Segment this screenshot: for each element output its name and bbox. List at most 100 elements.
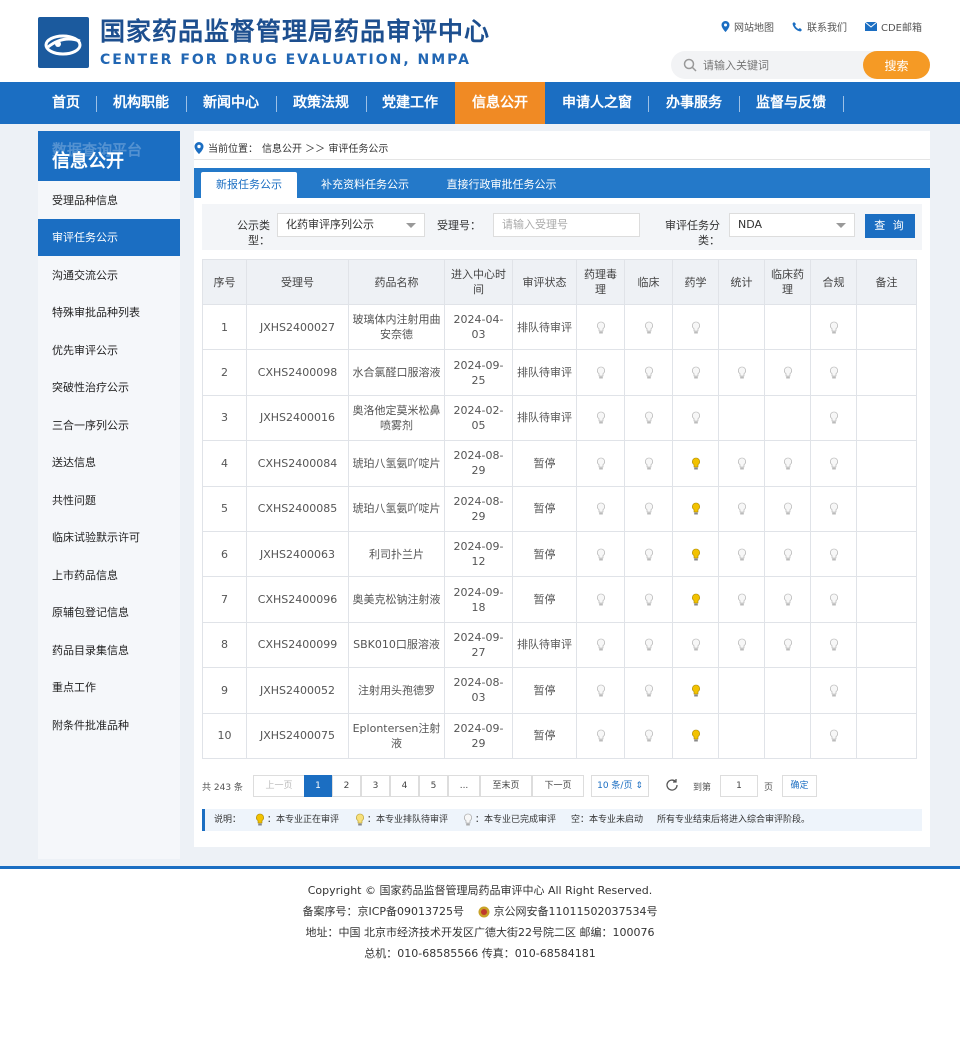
tab-direct-approval-tasks[interactable]: 直接行政审批任务公示 — [439, 172, 564, 198]
cell-remark — [856, 667, 917, 714]
sidebar-item-accepted-varieties[interactable]: 受理品种信息 — [38, 182, 180, 219]
cell-status-icon — [810, 440, 857, 487]
sidebar-item-delivery[interactable]: 送达信息 — [38, 444, 180, 481]
cell-status-icon — [624, 349, 673, 396]
lightbulb-done-icon — [644, 412, 653, 424]
page-size-select[interactable]: 10 条/页 ⇕ — [591, 775, 649, 797]
sidebar-item-excipients[interactable]: 原辅包登记信息 — [38, 594, 180, 631]
nav-home[interactable]: 首页 — [40, 82, 92, 124]
last-page-button[interactable]: 至末页 — [480, 775, 532, 797]
goto-confirm-button[interactable]: 确定 — [782, 775, 817, 797]
cell-remark — [856, 712, 917, 759]
sidebar-item-conditional-approval[interactable]: 附条件批准品种 — [38, 707, 180, 744]
cell-status: 暂停 — [512, 440, 577, 487]
page-1[interactable]: 1 — [304, 775, 332, 797]
refresh-icon[interactable] — [665, 778, 679, 792]
cell-status-icon — [624, 303, 673, 351]
sidebar-item-clinical-trial[interactable]: 临床试验默示许可 — [38, 519, 180, 556]
phone-icon — [792, 22, 802, 32]
type-select[interactable]: 化药审评序列公示 — [277, 213, 425, 237]
task-category-select[interactable]: NDA — [729, 213, 855, 237]
sidebar-item-common-issues[interactable]: 共性问题 — [38, 482, 180, 519]
lightbulb-active-icon — [691, 502, 700, 515]
nav-news[interactable]: 新闻中心 — [190, 82, 272, 124]
query-button[interactable]: 查 询 — [865, 214, 915, 238]
nav-functions[interactable]: 机构职能 — [100, 82, 182, 124]
table-row[interactable]: 6 JXHS2400063 利司扑兰片 2024-09-12 暂停 — [202, 530, 917, 578]
cell-no: 10 — [202, 712, 247, 759]
sidebar-item-review-tasks[interactable]: 审评任务公示 — [38, 219, 180, 256]
contact-link[interactable]: 联系我们 — [792, 19, 847, 34]
cell-status-icon — [718, 485, 765, 532]
cell-status-icon — [764, 440, 811, 487]
table-row[interactable]: 1 JXHS2400027 玻璃体内注射用曲安奈德 2024-04-03 排队待审评 — [202, 303, 917, 351]
sidebar-item-three-in-one[interactable]: 三合一序列公示 — [38, 407, 180, 444]
page-3[interactable]: 3 — [361, 775, 390, 797]
search-input[interactable] — [703, 51, 853, 79]
nav-info-disclosure[interactable]: 信息公开 — [455, 82, 545, 126]
cell-date: 2024-09-18 — [444, 576, 513, 623]
lightbulb-queued-icon — [356, 813, 364, 825]
sidebar-item-special-approval[interactable]: 特殊审批品种列表 — [38, 294, 180, 331]
tab-new-tasks[interactable]: 新报任务公示 — [201, 172, 297, 198]
footer-icp[interactable]: 备案序号：京ICP备09013725号 — [302, 905, 464, 918]
cell-status-icon — [810, 303, 857, 351]
nav-policy[interactable]: 政策法规 — [280, 82, 362, 124]
lightbulb-done-icon — [783, 593, 792, 606]
page-ellipsis[interactable]: ... — [448, 775, 480, 797]
tab-supplement-tasks[interactable]: 补充资料任务公示 — [309, 172, 421, 198]
table-row[interactable]: 9 JXHS2400052 注射用头孢德罗 2024-08-03 暂停 — [202, 667, 917, 714]
prev-page-button[interactable]: 上一页 — [253, 775, 305, 797]
search-button[interactable]: 搜索 — [863, 51, 930, 79]
lightbulb-done-icon — [783, 548, 792, 561]
sidebar-item-breakthrough[interactable]: 突破性治疗公示 — [38, 369, 180, 406]
table-row[interactable]: 2 CXHS2400098 水合氯醛口服溶液 2024-09-25 排队待审评 — [202, 349, 917, 396]
cell-remark — [856, 621, 917, 669]
cell-status: 暂停 — [512, 712, 577, 759]
sidebar-item-marketed-drugs[interactable]: 上市药品信息 — [38, 557, 180, 594]
cell-status-icon — [576, 667, 625, 714]
table-row[interactable]: 3 JXHS2400016 奥洛他定莫米松鼻喷雾剂 2024-02-05 排队待审评 — [202, 394, 917, 442]
breadcrumb-path[interactable]: 信息公开 ＞＞ 审评任务公示 — [262, 140, 388, 155]
cell-status-icon — [576, 485, 625, 532]
page-2[interactable]: 2 — [332, 775, 361, 797]
nav-feedback[interactable]: 监督与反馈 — [743, 82, 839, 124]
cell-status: 暂停 — [512, 485, 577, 532]
footer-police[interactable]: 京公网安备11011502037534号 — [494, 905, 658, 918]
nav-applicant[interactable]: 申请人之窗 — [550, 82, 644, 124]
cell-status-icon — [810, 394, 857, 442]
cell-status-icon — [718, 394, 765, 442]
next-page-button[interactable]: 下一页 — [532, 775, 584, 797]
sitemap-link[interactable]: 网站地图 — [721, 19, 774, 34]
lightbulb-done-icon — [829, 502, 838, 515]
table-header-row: 序号 受理号 药品名称 进入中心时间 审评状态 药理毒理 临床 药学 统计 临床药理 合规 备注 — [202, 259, 917, 305]
cell-name: 奥美克松钠注射液 — [348, 576, 445, 623]
breadcrumb: 当前位置： 信息公开 ＞＞ 审评任务公示 — [194, 140, 388, 155]
table-row[interactable]: 10 JXHS2400075 Eplontersen注射液 2024-09-29 暂停 — [202, 712, 917, 759]
cell-id: JXHS2400063 — [246, 530, 349, 578]
table-row[interactable]: 5 CXHS2400085 琥珀八氢氨吖啶片 2024-08-29 暂停 — [202, 485, 917, 532]
email-link[interactable]: CDE邮箱 — [864, 19, 922, 34]
table-row[interactable]: 8 CXHS2400099 SBK010口服溶液 2024-09-27 排队待审评 — [202, 621, 917, 669]
page-4[interactable]: 4 — [390, 775, 419, 797]
lightbulb-done-icon — [596, 366, 605, 379]
sidebar-item-drug-catalog[interactable]: 药品目录集信息 — [38, 632, 180, 669]
sidebar-item-communication[interactable]: 沟通交流公示 — [38, 257, 180, 294]
sidebar-item-priority-review[interactable]: 优先审评公示 — [38, 332, 180, 369]
table-row[interactable]: 4 CXHS2400084 琥珀八氢氨吖啶片 2024-08-29 暂停 — [202, 440, 917, 487]
goto-page-input[interactable]: 1 — [720, 775, 758, 797]
nav-services[interactable]: 办事服务 — [652, 82, 736, 124]
sidebar-item-key-work[interactable]: 重点工作 — [38, 669, 180, 706]
cell-status-icon — [672, 621, 719, 669]
legend-note-text: 所有专业结束后将进入综合审评阶段。 — [657, 815, 811, 825]
cell-status-icon — [764, 349, 811, 396]
table-row[interactable]: 7 CXHS2400096 奥美克松钠注射液 2024-09-18 暂停 — [202, 576, 917, 623]
lightbulb-done-icon — [691, 321, 700, 334]
cell-status-icon — [672, 349, 719, 396]
page-5[interactable]: 5 — [419, 775, 448, 797]
cde-logo[interactable] — [38, 17, 89, 68]
accept-number-input[interactable]: 请输入受理号 — [493, 213, 640, 237]
cell-status-icon — [624, 440, 673, 487]
nav-party[interactable]: 党建工作 — [370, 82, 450, 124]
lightbulb-done-icon — [829, 412, 838, 424]
